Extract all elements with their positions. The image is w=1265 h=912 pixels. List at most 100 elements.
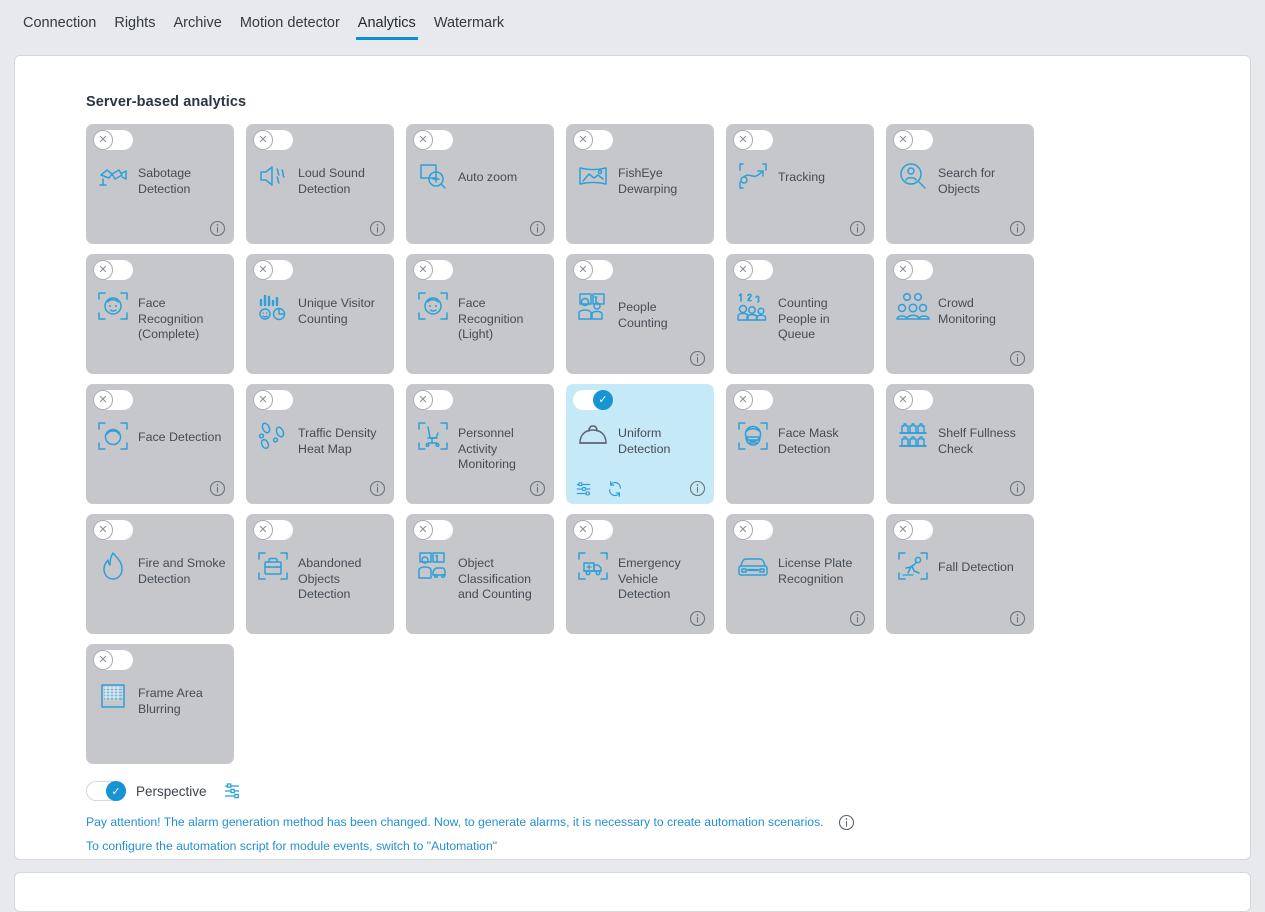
module-toggle[interactable]: ✕ [893,260,933,280]
card-body: Unique Visitor Counting [255,288,386,327]
analytics-card-uniform-detection[interactable]: ✓ Uniform Detection [566,384,714,504]
analytics-card-search-for-objects[interactable]: ✕ Search for Objects [886,124,1034,244]
analytics-card-face-recognition-light[interactable]: ✕ Face Recognition (Light) [406,254,554,374]
analytics-card-abandoned-objects-detection[interactable]: ✕ Abandoned Objects Detection [246,514,394,634]
module-toggle[interactable]: ✕ [253,130,293,150]
tab-analytics[interactable]: Analytics [349,14,425,40]
card-label: Emergency Vehicle Detection [618,556,681,601]
module-toggle[interactable]: ✕ [573,130,613,150]
info-icon[interactable] [369,220,386,237]
info-icon[interactable] [689,480,706,497]
tab-rights[interactable]: Rights [105,14,164,40]
toggle-knob: ✕ [733,520,753,540]
module-toggle[interactable]: ✕ [413,130,453,150]
analytics-card-crowd-monitoring[interactable]: ✕ Crowd Monitoring [886,254,1034,374]
module-toggle[interactable]: ✕ [893,520,933,540]
info-icon[interactable] [849,610,866,627]
analytics-card-license-plate-recognition[interactable]: ✕ License Plate Recognition [726,514,874,634]
module-toggle[interactable]: ✕ [733,130,773,150]
ambulance-brackets-icon [575,548,611,584]
info-icon[interactable] [209,480,226,497]
analytics-card-fisheye-dewarping[interactable]: ✕ FishEye Dewarping [566,124,714,244]
info-icon[interactable] [1009,350,1026,367]
analytics-card-face-mask-detection[interactable]: ✕ Face Mask Detection [726,384,874,504]
tab-motion-detector[interactable]: Motion detector [231,14,349,40]
toggle-knob: ✕ [893,260,913,280]
tab-archive[interactable]: Archive [164,14,230,40]
info-icon[interactable] [369,480,386,497]
analytics-card-auto-zoom[interactable]: ✕ Auto zoom [406,124,554,244]
note-text[interactable]: To configure the automation script for m… [86,838,497,854]
module-toggle[interactable]: ✕ [893,390,933,410]
people-count-box-icon [575,288,611,324]
note-row: To configure the automation script for m… [86,838,1186,854]
analytics-card-unique-visitor-counting[interactable]: ✕ Unique Visitor Counting [246,254,394,374]
analytics-card-loud-sound-detection[interactable]: ✕ Loud Sound Detection [246,124,394,244]
analytics-card-personnel-activity-monitoring[interactable]: ✕ Personnel Activity Monitoring [406,384,554,504]
module-toggle[interactable]: ✕ [253,260,293,280]
toggle-knob: ✕ [93,390,113,410]
module-toggle[interactable]: ✕ [413,260,453,280]
perspective-label: Perspective [136,783,207,799]
module-toggle[interactable]: ✕ [93,390,133,410]
card-body: Fire and Smoke Detection [95,548,226,587]
analytics-card-people-counting[interactable]: ✕ People Counting [566,254,714,374]
refresh-icon[interactable] [606,480,624,498]
info-icon[interactable] [1009,220,1026,237]
settings-sliders-icon[interactable] [223,781,243,801]
module-toggle[interactable]: ✕ [573,520,613,540]
analytics-card-face-recognition-complete[interactable]: ✕ Face Recognition (Complete) [86,254,234,374]
tab-watermark[interactable]: Watermark [425,14,513,40]
analytics-card-counting-people-in-queue[interactable]: ✕ Counting People in Queue [726,254,874,374]
toggle-knob: ✕ [893,130,913,150]
module-toggle[interactable]: ✕ [93,260,133,280]
sabotage-camera-icon [95,158,131,194]
module-toggle[interactable]: ✕ [893,130,933,150]
toggle-knob: ✕ [253,260,273,280]
info-icon[interactable] [529,220,546,237]
perspective-toggle[interactable]: ✓ [86,781,126,801]
analytics-card-fire-and-smoke-detection[interactable]: ✕ Fire and Smoke Detection [86,514,234,634]
module-toggle[interactable]: ✕ [253,520,293,540]
analytics-card-object-classification-and-counting[interactable]: ✕ Object Classification and Counting [406,514,554,634]
card-label: People Counting [618,300,668,330]
module-toggle[interactable]: ✓ [573,390,613,410]
module-toggle[interactable]: ✕ [413,520,453,540]
card-body: Crowd Monitoring [895,288,1026,327]
car-front-icon [735,548,771,584]
info-icon[interactable] [689,610,706,627]
analytics-card-face-detection[interactable]: ✕ Face Detection [86,384,234,504]
module-toggle[interactable]: ✕ [253,390,293,410]
info-icon[interactable] [849,220,866,237]
info-icon[interactable] [838,814,855,831]
module-toggle[interactable]: ✕ [413,390,453,410]
analytics-card-frame-area-blurring[interactable]: ✕ Frame Area Blurring [86,644,234,764]
note-text[interactable]: Pay attention! The alarm generation meth… [86,814,824,830]
analytics-card-emergency-vehicle-detection[interactable]: ✕ Emergency Vehicle Detection [566,514,714,634]
module-toggle[interactable]: ✕ [733,520,773,540]
toggle-knob: ✕ [93,520,113,540]
settings-sliders-icon[interactable] [575,480,593,498]
info-icon[interactable] [1009,480,1026,497]
flame-icon [95,548,131,584]
module-toggle[interactable]: ✕ [573,260,613,280]
info-icon[interactable] [1009,610,1026,627]
tab-bar: Connection Rights Archive Motion detector An… [0,0,1265,50]
info-icon[interactable] [209,220,226,237]
module-toggle[interactable]: ✕ [733,390,773,410]
analytics-card-traffic-density-heat-map[interactable]: ✕ Traffic Density Heat Map [246,384,394,504]
speaker-sound-icon [255,158,291,194]
info-icon[interactable] [689,350,706,367]
module-toggle[interactable]: ✕ [93,130,133,150]
analytics-card-shelf-fullness-check[interactable]: ✕ Shelf Fullness Check [886,384,1034,504]
module-toggle[interactable]: ✕ [733,260,773,280]
object-class-count-icon [415,548,451,584]
analytics-card-sabotage-detection[interactable]: ✕ Sabotage Detection [86,124,234,244]
analytics-card-tracking[interactable]: ✕ Tracking [726,124,874,244]
card-row: ✕ Frame Area Blurring [86,644,1186,764]
module-toggle[interactable]: ✕ [93,520,133,540]
tab-connection[interactable]: Connection [14,14,105,40]
module-toggle[interactable]: ✕ [93,650,133,670]
info-icon[interactable] [529,480,546,497]
analytics-card-fall-detection[interactable]: ✕ Fall Detection [886,514,1034,634]
